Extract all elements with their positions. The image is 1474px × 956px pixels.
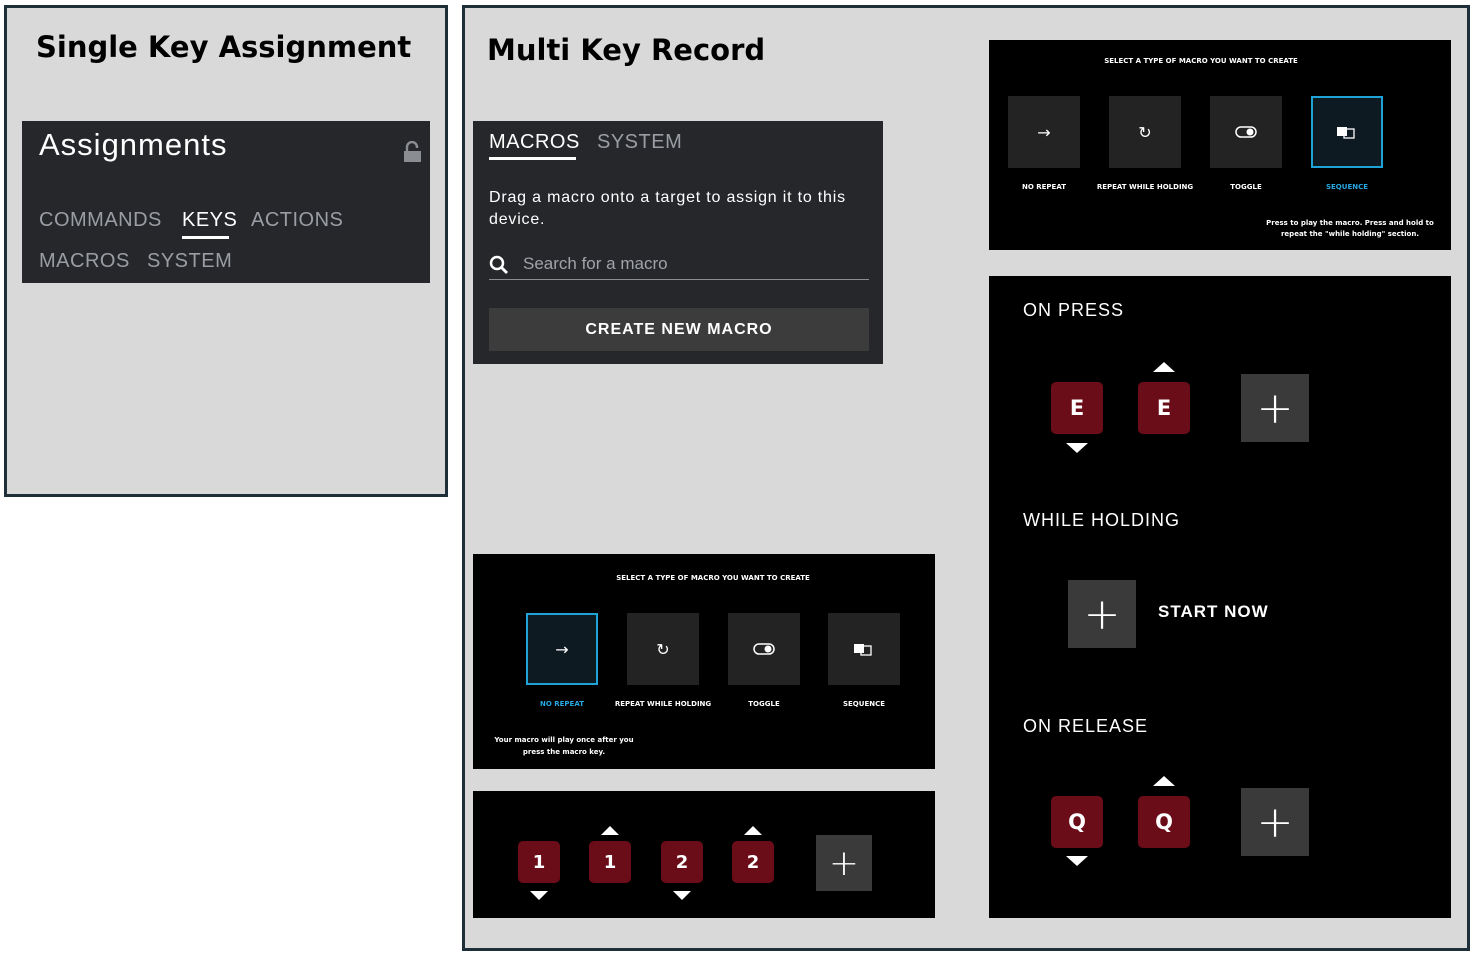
key-q-up[interactable]: Q	[1138, 796, 1190, 848]
sequence-icon	[854, 644, 872, 656]
key-1-up[interactable]: 1	[589, 841, 631, 883]
on-press-label: ON PRESS	[1023, 300, 1125, 320]
start-now-label[interactable]: START NOW	[1158, 602, 1269, 622]
tab-macros[interactable]: MACROS	[39, 250, 130, 273]
recorded-keys-row: 1 1 2 2 +	[473, 791, 935, 918]
no-repeat-label: NO REPEAT	[1022, 183, 1066, 191]
sequence-tile-bottom[interactable]	[828, 613, 900, 685]
assignments-title: Assignments	[39, 127, 228, 162]
toggle-label: TOGGLE	[1230, 183, 1262, 191]
toggle-label-bottom: TOGGLE	[748, 700, 780, 708]
sequence-icon	[1337, 127, 1355, 139]
tab-macros-underline	[489, 157, 576, 160]
macros-description: Drag a macro onto a target to assign it …	[489, 189, 846, 228]
tab-keys[interactable]: KEYS	[182, 209, 237, 232]
add-on-press-key-button[interactable]: +	[1241, 374, 1309, 442]
key-down-arrow-icon	[673, 891, 691, 900]
macro-type-title: SELECT A TYPE OF MACRO YOU WANT TO CREAT…	[1104, 57, 1298, 65]
sequence-label: SEQUENCE	[1325, 183, 1369, 191]
key-e-up[interactable]: E	[1138, 382, 1190, 434]
toggle-tile-bottom[interactable]	[728, 613, 800, 685]
no-repeat-tile[interactable]: →	[1008, 96, 1080, 168]
key-up-arrow-icon	[744, 826, 762, 835]
key-down-arrow-icon	[1066, 856, 1088, 866]
arrow-right-icon: →	[555, 639, 569, 659]
key-q-down[interactable]: Q	[1051, 796, 1103, 848]
create-new-macro-label: CREATE NEW MACRO	[585, 320, 773, 338]
tab-actions[interactable]: ACTIONS	[251, 209, 343, 232]
repeat-icon: ↻	[1138, 122, 1152, 142]
key-down-arrow-icon	[530, 891, 548, 900]
repeat-while-holding-tile[interactable]: ↻	[1109, 96, 1181, 168]
tab-keys-underline	[182, 236, 229, 239]
single-key-heading: Single Key Assignment	[36, 30, 412, 64]
key-up-arrow-icon	[1153, 776, 1175, 786]
unlocked-padlock-icon[interactable]	[403, 140, 423, 163]
key-e-down[interactable]: E	[1051, 382, 1103, 434]
sequence-tile-selected[interactable]	[1311, 96, 1383, 168]
arrow-right-icon: →	[1037, 122, 1051, 142]
no-repeat-tile-selected[interactable]: →	[526, 613, 598, 685]
add-while-holding-key-button[interactable]: +	[1068, 580, 1136, 648]
search-underline	[489, 279, 869, 280]
tab-system-inactive[interactable]: SYSTEM	[597, 131, 682, 154]
on-release-label: ON RELEASE	[1023, 716, 1149, 736]
add-on-release-key-button[interactable]: +	[1241, 788, 1309, 856]
multi-key-heading: Multi Key Record	[487, 33, 766, 67]
sequence-editor: ON PRESS E E + WHILE HOLDING + START NOW…	[989, 276, 1451, 918]
key-2-up[interactable]: 2	[732, 841, 774, 883]
macros-panel: MACROS SYSTEM Drag a macro onto a target…	[473, 121, 883, 364]
key-2-down[interactable]: 2	[661, 841, 703, 883]
repeat-while-holding-tile-bottom[interactable]: ↻	[627, 613, 699, 685]
assignments-panel: Assignments COMMANDS KEYS ACTIONS MACROS…	[22, 121, 430, 283]
no-repeat-label-bottom: NO REPEAT	[540, 700, 584, 708]
macro-type-hint-bottom: Your macro will play once after you pres…	[494, 736, 634, 756]
tab-system[interactable]: SYSTEM	[147, 250, 232, 273]
macro-type-title-bottom: SELECT A TYPE OF MACRO YOU WANT TO CREAT…	[616, 574, 810, 582]
key-up-arrow-icon	[601, 826, 619, 835]
macro-search-input[interactable]	[521, 249, 861, 279]
create-new-macro-button[interactable]: CREATE NEW MACRO	[489, 308, 869, 351]
macro-type-hint: Press to play the macro. Press and hold …	[1266, 219, 1434, 238]
add-key-button[interactable]: +	[816, 835, 872, 891]
key-down-arrow-icon	[1066, 443, 1088, 453]
toggle-icon	[753, 643, 775, 655]
toggle-icon	[1235, 126, 1257, 138]
macro-type-selector-sequence: SELECT A TYPE OF MACRO YOU WANT TO CREAT…	[989, 40, 1451, 250]
key-up-arrow-icon	[1153, 362, 1175, 372]
macro-type-selector-no-repeat: SELECT A TYPE OF MACRO YOU WANT TO CREAT…	[473, 554, 935, 769]
repeat-icon: ↻	[656, 639, 670, 659]
search-icon	[489, 255, 509, 275]
repeat-while-holding-label: REPEAT WHILE HOLDING	[1096, 183, 1194, 191]
tab-commands[interactable]: COMMANDS	[39, 209, 162, 232]
tab-macros-active[interactable]: MACROS	[489, 131, 580, 154]
single-key-assignment-panel: Single Key Assignment Assignments COMMAN…	[4, 5, 448, 497]
repeat-while-holding-label-bottom: REPEAT WHILE HOLDING	[614, 700, 712, 708]
key-1-down[interactable]: 1	[518, 841, 560, 883]
sequence-label-bottom: SEQUENCE	[842, 700, 886, 708]
toggle-tile[interactable]	[1210, 96, 1282, 168]
while-holding-label: WHILE HOLDING	[1023, 510, 1181, 530]
